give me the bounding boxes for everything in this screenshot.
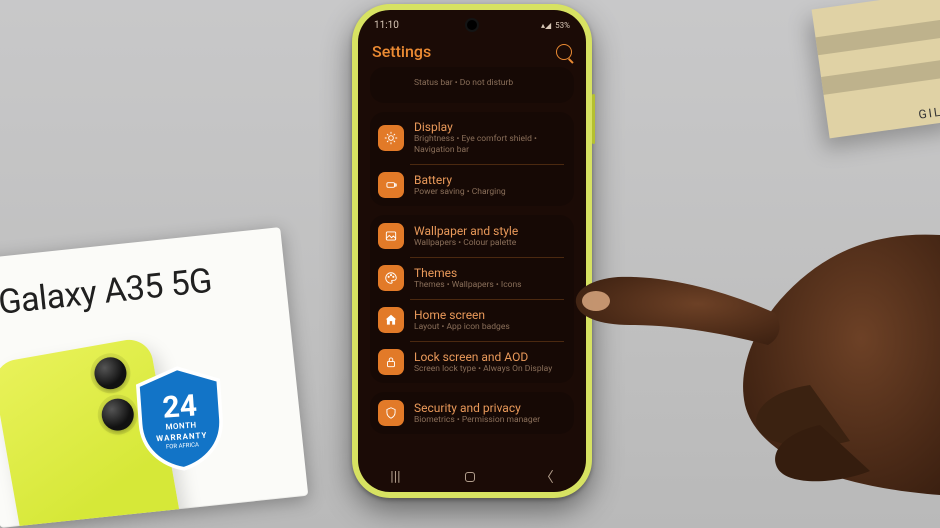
warranty-badge: 24 MONTH WARRANTY FOR AFRICA: [131, 361, 230, 475]
side-button: [592, 94, 595, 144]
recents-button[interactable]: |||: [390, 469, 400, 485]
settings-item-subtitle: Themes • Wallpapers • Icons: [414, 280, 564, 291]
crate-label: GILE: [918, 103, 940, 121]
settings-item-title: Display: [414, 120, 564, 134]
image-icon: [378, 223, 404, 249]
shield-icon: [378, 400, 404, 426]
settings-item-security[interactable]: Security and privacy Biometrics • Permis…: [370, 392, 574, 434]
settings-group: Security and privacy Biometrics • Permis…: [370, 392, 574, 434]
product-box: Galaxy A35 5G 24 MONTH WARRANTY FOR AFRI…: [0, 227, 308, 528]
back-button[interactable]: 〈: [540, 467, 554, 487]
wooden-crate: GILE: [812, 0, 940, 138]
settings-group: Display Brightness • Eye comfort shield …: [370, 112, 574, 206]
settings-item-themes[interactable]: Themes Themes • Wallpapers • Icons: [370, 257, 574, 299]
settings-item-wallpaper[interactable]: Wallpaper and style Wallpapers • Colour …: [370, 215, 574, 257]
home-icon: [378, 307, 404, 333]
settings-item-title: Wallpaper and style: [414, 224, 564, 238]
app-header: Settings: [358, 32, 586, 67]
settings-item-display[interactable]: Display Brightness • Eye comfort shield …: [370, 112, 574, 164]
sun-icon: [378, 125, 404, 151]
settings-item-title: Home screen: [414, 308, 564, 322]
settings-group: Notifications Status bar • Do not distur…: [370, 67, 574, 103]
lock-icon: [378, 349, 404, 375]
home-button[interactable]: [465, 472, 475, 482]
settings-item-title: Lock screen and AOD: [414, 350, 564, 364]
settings-item-battery[interactable]: Battery Power saving • Charging: [370, 164, 574, 206]
settings-item-subtitle: Biometrics • Permission manager: [414, 415, 564, 426]
page-title: Settings: [372, 42, 431, 61]
clock-text: 11:10: [374, 20, 399, 31]
battery-text: 53%: [555, 21, 570, 30]
settings-list[interactable]: Notifications Status bar • Do not distur…: [358, 67, 586, 434]
settings-item-title: Themes: [414, 266, 564, 280]
navigation-bar: ||| 〈: [358, 462, 586, 492]
search-icon[interactable]: [556, 44, 572, 60]
settings-item-notifications[interactable]: Notifications Status bar • Do not distur…: [370, 67, 574, 103]
product-name: Galaxy A35 5G: [0, 255, 267, 323]
settings-item-title: Security and privacy: [414, 401, 564, 415]
battery-icon: [378, 172, 404, 198]
front-camera: [467, 20, 477, 30]
settings-item-subtitle: Screen lock type • Always On Display: [414, 364, 564, 375]
settings-item-subtitle: Status bar • Do not disturb: [414, 78, 564, 89]
settings-item-home[interactable]: Home screen Layout • App icon badges: [370, 299, 574, 341]
phone-device: 11:10 ▴◢ 53% Settings Notifications Stat…: [352, 4, 592, 498]
settings-item-subtitle: Brightness • Eye comfort shield • Naviga…: [414, 134, 564, 156]
signal-icon: ▴◢: [541, 21, 551, 30]
palette-icon: [378, 265, 404, 291]
settings-item-title: Battery: [414, 173, 564, 187]
settings-item-lock[interactable]: Lock screen and AOD Screen lock type • A…: [370, 341, 574, 383]
settings-item-subtitle: Layout • App icon badges: [414, 322, 564, 333]
settings-item-subtitle: Wallpapers • Colour palette: [414, 238, 564, 249]
screen: 11:10 ▴◢ 53% Settings Notifications Stat…: [358, 10, 586, 492]
settings-item-subtitle: Power saving • Charging: [414, 187, 564, 198]
settings-group: Wallpaper and style Wallpapers • Colour …: [370, 215, 574, 383]
